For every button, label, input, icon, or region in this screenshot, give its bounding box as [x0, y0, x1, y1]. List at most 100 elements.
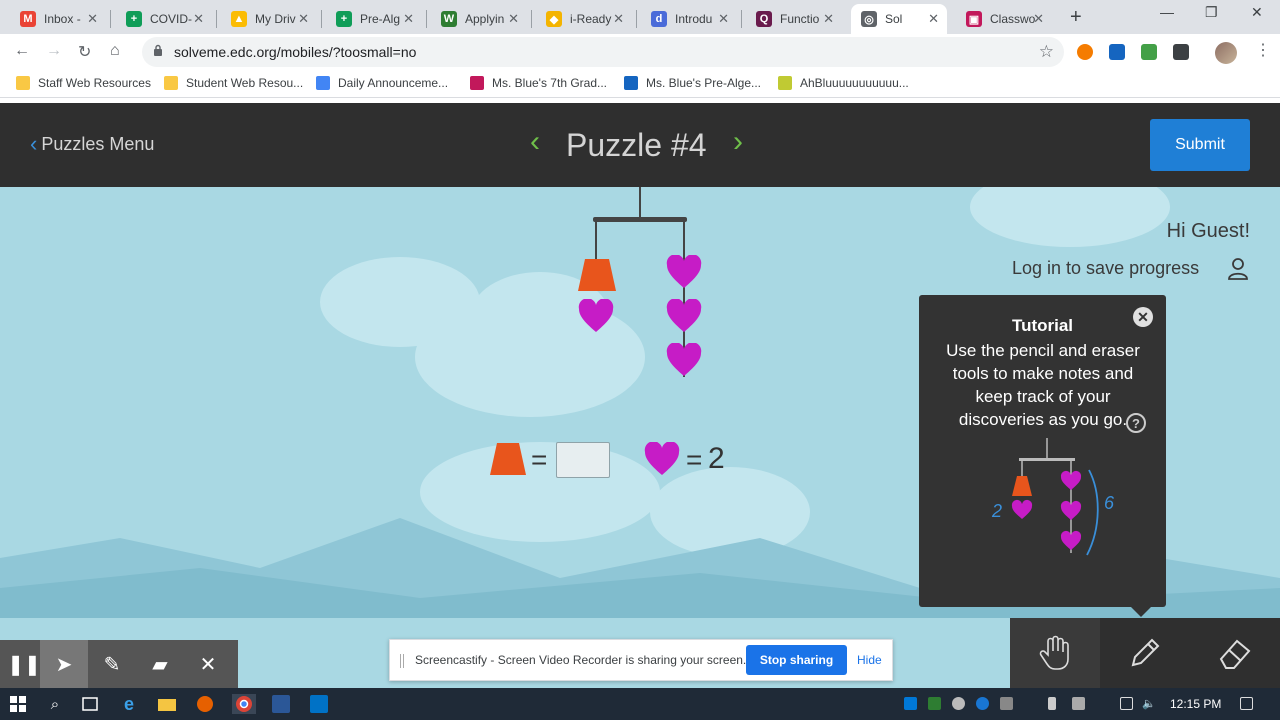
tray-icon[interactable] — [904, 697, 917, 710]
hide-button[interactable]: Hide — [857, 653, 882, 667]
tab-close-icon[interactable]: ✕ — [613, 11, 624, 27]
address-bar[interactable]: solveme.edc.org/mobiles/?toosmall=no ☆ — [142, 37, 1064, 67]
eraser-tool[interactable] — [1190, 618, 1280, 688]
window-close-icon[interactable]: ✕ — [1251, 4, 1263, 21]
task-view-icon[interactable] — [80, 694, 100, 714]
heart-weight — [666, 343, 702, 376]
browser-tab[interactable]: + COVID- ✕ — [116, 4, 212, 34]
browser-tab[interactable]: ▣ Classwo ✕ — [956, 4, 1052, 34]
submit-button[interactable]: Submit — [1150, 119, 1250, 171]
login-link[interactable]: Log in to save progress — [1012, 258, 1199, 279]
tab-favicon-icon: ◆ — [546, 11, 562, 27]
close-icon[interactable]: ✕ — [184, 640, 232, 688]
tab-close-icon[interactable]: ✕ — [508, 11, 519, 27]
heart-symbol — [644, 442, 680, 475]
tab-close-icon[interactable]: ✕ — [718, 11, 729, 27]
browser-tab[interactable]: d Introdu ✕ — [641, 4, 737, 34]
wifi-icon[interactable] — [1120, 697, 1133, 710]
windows-start-icon[interactable] — [8, 694, 28, 714]
tab-separator — [110, 10, 111, 28]
file-explorer-icon[interactable] — [157, 694, 177, 714]
user-icon[interactable] — [1228, 258, 1248, 280]
usb-icon[interactable] — [1048, 697, 1056, 710]
next-puzzle-icon[interactable]: › — [733, 125, 743, 159]
extension-screencastify-icon[interactable] — [1141, 44, 1157, 60]
tab-title: Functio — [780, 12, 820, 26]
tab-close-icon[interactable]: ✕ — [403, 11, 414, 27]
bookmark-star-icon[interactable]: ☆ — [1039, 42, 1054, 62]
tab-favicon-icon: ▣ — [966, 11, 982, 27]
pen-icon[interactable]: ✎ — [88, 640, 136, 688]
extension-icon[interactable] — [1077, 44, 1093, 60]
tab-close-icon[interactable]: ✕ — [193, 11, 204, 27]
browser-tab[interactable]: W Applyin ✕ — [431, 4, 527, 34]
tutorial-body: Use the pencil and eraser tools to make … — [946, 341, 1140, 429]
browser-tab[interactable]: Q Functio ✕ — [746, 4, 842, 34]
hand-tool[interactable] — [1010, 618, 1100, 688]
bookmark-item[interactable]: Student Web Resou... — [164, 76, 303, 90]
highlighter-icon[interactable]: ▰ — [136, 640, 184, 688]
tab-close-icon[interactable]: ✕ — [1033, 11, 1044, 27]
tab-close-icon[interactable]: ✕ — [87, 11, 98, 27]
browser-tab[interactable]: M Inbox - ✕ — [10, 4, 106, 34]
browser-tab[interactable]: ▲ My Driv ✕ — [221, 4, 317, 34]
trapezoid-value-input[interactable] — [556, 442, 610, 478]
pencil-tool[interactable] — [1100, 618, 1190, 688]
reload-icon[interactable]: ↻ — [78, 42, 91, 62]
tab-title: Inbox - — [44, 12, 81, 26]
bookmark-item[interactable]: AhBluuuuuuuuuuu... — [778, 76, 909, 90]
new-tab-button[interactable]: + — [1070, 6, 1082, 29]
tray-icon[interactable] — [1000, 697, 1013, 710]
restore-icon[interactable]: ❐ — [1205, 4, 1218, 21]
tab-close-icon[interactable]: ✕ — [298, 11, 309, 27]
tab-favicon-icon: ▲ — [231, 11, 247, 27]
search-icon[interactable]: ⌕ — [45, 694, 65, 714]
help-icon[interactable]: ? — [1126, 413, 1146, 433]
back-arrow-icon[interactable]: ← — [14, 42, 30, 60]
stop-sharing-button[interactable]: Stop sharing — [746, 645, 847, 675]
bluetooth-icon[interactable] — [976, 697, 989, 710]
tray-icon[interactable] — [952, 697, 965, 710]
browser-tab[interactable]: ◆ i-Ready ✕ — [536, 4, 632, 34]
notifications-icon[interactable] — [1240, 697, 1253, 710]
folder-icon — [16, 76, 30, 90]
drag-handle-icon[interactable] — [400, 654, 404, 668]
classroom-icon — [470, 76, 484, 90]
minimize-icon[interactable]: — — [1160, 4, 1174, 20]
extension-panel-icon[interactable] — [1173, 44, 1189, 60]
tab-close-icon[interactable]: ✕ — [928, 11, 939, 27]
tutorial-illustration — [1011, 438, 1099, 556]
tab-close-icon[interactable]: ✕ — [823, 11, 834, 27]
trapezoid-weight — [578, 259, 616, 291]
forward-arrow-icon[interactable]: → — [46, 42, 62, 60]
bookmark-item[interactable]: Staff Web Resources — [16, 76, 151, 90]
browser-tab[interactable]: ◎ Sol ✕ — [851, 4, 947, 34]
home-icon[interactable]: ⌂ — [110, 42, 120, 60]
bookmark-item[interactable]: Daily Announceme... — [316, 76, 448, 90]
greeting-text: Hi Guest! — [1166, 220, 1250, 242]
tray-shield-icon[interactable] — [928, 697, 941, 710]
word-icon[interactable] — [271, 694, 291, 714]
browser-tab[interactable]: + Pre-Alg ✕ — [326, 4, 422, 34]
tab-favicon-icon: ◎ — [861, 11, 877, 27]
previous-puzzle-icon[interactable]: ‹ — [530, 125, 540, 159]
browser-tab-strip: M Inbox - ✕ + COVID- ✕ ▲ My Driv ✕ + Pre-Alg ✕ W Appl… — [0, 0, 1280, 34]
puzzles-menu-link[interactable]: ‹ Puzzles Menu — [30, 133, 154, 155]
heart-value: 2 — [708, 442, 725, 475]
heart-weight — [666, 299, 702, 332]
tab-title: Classwo — [990, 12, 1036, 26]
tray-icon[interactable] — [1072, 697, 1085, 710]
firefox-icon[interactable] — [195, 694, 215, 714]
bookmark-item[interactable]: Ms. Blue's Pre-Alge... — [624, 76, 761, 90]
more-menu-icon[interactable]: ⋮ — [1255, 40, 1271, 60]
page-title: Puzzle #4 — [566, 127, 707, 163]
outlook-icon[interactable] — [309, 694, 329, 714]
bookmark-item[interactable]: Ms. Blue's 7th Grad... — [470, 76, 607, 90]
profile-avatar[interactable] — [1215, 42, 1237, 64]
volume-icon[interactable]: 🔈 — [1142, 697, 1156, 710]
chrome-icon[interactable] — [232, 694, 256, 714]
cursor-icon[interactable]: ➤ — [40, 640, 88, 688]
taskbar-clock[interactable]: 12:15 PM — [1170, 697, 1221, 711]
edge-browser-icon[interactable]: e — [119, 694, 139, 714]
extension-grid-icon[interactable] — [1109, 44, 1125, 60]
